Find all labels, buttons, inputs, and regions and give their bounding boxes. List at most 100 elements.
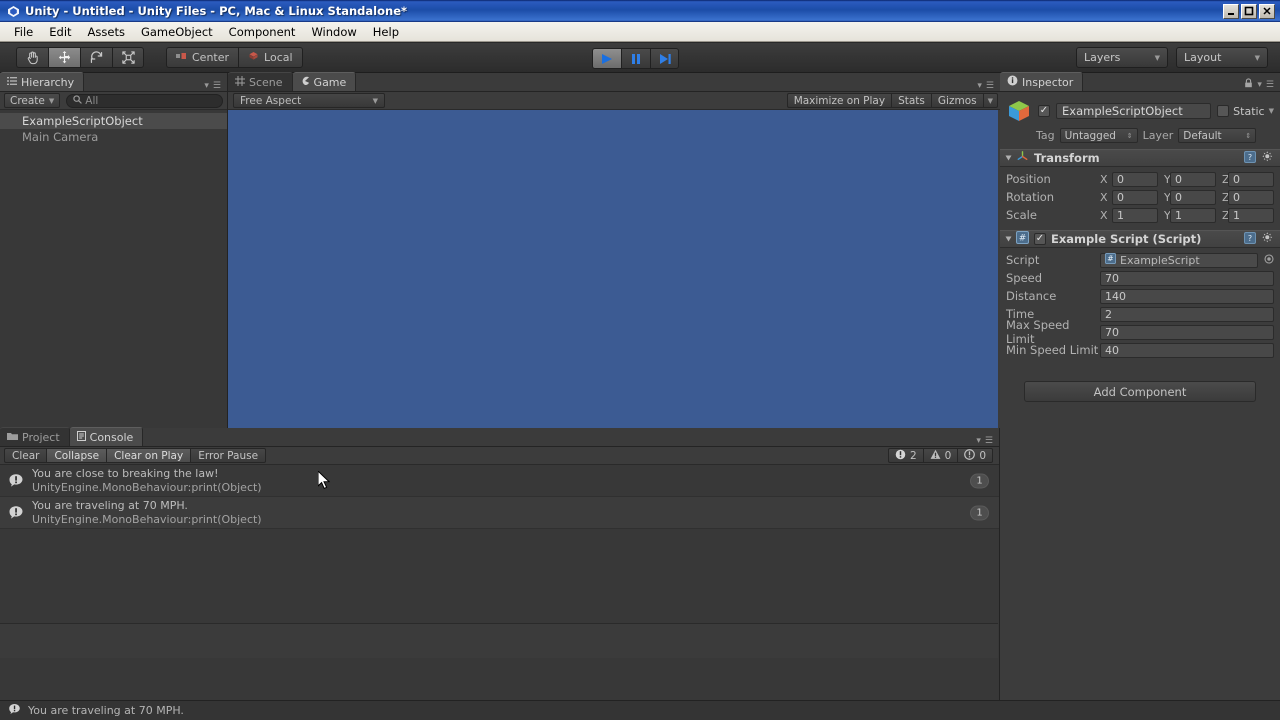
scale-z-value: 1 [1233, 208, 1240, 222]
pivot-mode-button[interactable]: Center [166, 47, 239, 68]
console-message-row[interactable]: You are traveling at 70 MPH. UnityEngine… [0, 497, 999, 529]
stats-button[interactable]: Stats [891, 93, 931, 108]
help-icon[interactable]: ? [1244, 231, 1256, 247]
hierarchy-icon [7, 76, 17, 89]
info-counter[interactable]: 0 [957, 448, 993, 463]
game-render-canvas[interactable] [228, 110, 998, 428]
inspector-panel: Inspector ▾ ☰ ✓ ExampleScriptObject Stat… [1000, 72, 1280, 700]
error-pause-button[interactable]: Error Pause [190, 448, 267, 463]
gear-icon[interactable] [1262, 231, 1274, 247]
tag-label: Tag [1036, 129, 1055, 142]
maximize-button[interactable] [1241, 3, 1257, 19]
position-x-input[interactable]: 0 [1112, 171, 1158, 187]
object-enabled-checkbox[interactable]: ✓ [1038, 105, 1050, 117]
layout-dropdown[interactable]: Layout ▼ [1176, 47, 1268, 68]
scale-y-input[interactable]: 1 [1170, 207, 1216, 223]
tag-dropdown[interactable]: Untagged ⇕ [1059, 128, 1138, 143]
foldout-arrow-icon[interactable] [1005, 155, 1012, 161]
position-y-input[interactable]: 0 [1170, 171, 1216, 187]
static-checkbox[interactable]: ✓ [1217, 105, 1230, 117]
step-button[interactable] [650, 48, 679, 69]
max-speed-limit-input[interactable]: 70 [1100, 324, 1274, 340]
maximize-on-play-button[interactable]: Maximize on Play [786, 93, 892, 108]
speed-label: Speed [1006, 271, 1043, 285]
rotation-mode-button[interactable]: Local [238, 47, 303, 68]
min-speed-limit-input[interactable]: 40 [1100, 342, 1274, 358]
aspect-ratio-dropdown[interactable]: Free Aspect ▼ [233, 93, 385, 108]
transform-title: Transform [1034, 151, 1100, 165]
time-input[interactable]: 2 [1100, 306, 1274, 322]
menu-item-help[interactable]: Help [365, 23, 407, 41]
console-panel-menu[interactable]: ▾ ☰ [976, 436, 999, 446]
error-counter[interactable]: 2 [887, 448, 923, 463]
pause-button[interactable] [621, 48, 650, 69]
tab-game[interactable]: Game [292, 72, 357, 91]
hierarchy-search-input[interactable]: All [66, 93, 223, 108]
console-message-row[interactable]: You are close to breaking the law! Unity… [0, 465, 999, 497]
tab-console[interactable]: Console [69, 427, 144, 446]
rotation-y-input[interactable]: 0 [1170, 189, 1216, 205]
layers-dropdown[interactable]: Layers ▼ [1076, 47, 1168, 68]
clear-button[interactable]: Clear [4, 448, 47, 463]
hierarchy-item-examplescriptobject[interactable]: ExampleScriptObject [0, 113, 227, 129]
script-component-header[interactable]: # ✓ Example Script (Script) ? [1000, 230, 1280, 248]
editor-toolbar: Center Local Layers ▼ Layout ▼ [0, 43, 1280, 73]
gear-icon[interactable] [1262, 150, 1274, 166]
warning-counter[interactable]: 0 [922, 448, 958, 463]
tab-project[interactable]: Project [0, 427, 70, 446]
lock-icon[interactable] [1244, 78, 1253, 91]
script-enabled-checkbox[interactable]: ✓ [1034, 233, 1046, 245]
tab-inspector[interactable]: Inspector [1000, 72, 1084, 91]
gameview-toolbar-right: Maximize on Play Stats Gizmos ▼ [786, 93, 998, 108]
menu-item-assets[interactable]: Assets [80, 23, 133, 41]
info-icon [1007, 75, 1018, 89]
status-bar[interactable]: You are traveling at 70 MPH. [0, 700, 1280, 720]
hierarchy-item-main-camera[interactable]: Main Camera [0, 129, 227, 145]
min-speed-limit-label: Min Speed Limit [1006, 343, 1099, 357]
foldout-arrow-icon[interactable] [1005, 236, 1012, 242]
scale-tool-button[interactable] [112, 47, 144, 68]
gizmos-button[interactable]: Gizmos [930, 93, 983, 108]
clear-on-play-button[interactable]: Clear on Play [106, 448, 191, 463]
rotate-tool-button[interactable] [80, 47, 112, 68]
play-button[interactable] [592, 48, 621, 69]
gameview-panel-menu[interactable]: ▾ ☰ [977, 81, 1000, 91]
inspector-panel-menu[interactable]: ▾ ☰ [1244, 78, 1280, 91]
playback-controls [592, 48, 679, 69]
chevron-down-icon: ▾ [977, 81, 982, 91]
axis-z-label: Z [1222, 208, 1230, 222]
scale-z-input[interactable]: 1 [1228, 207, 1274, 223]
collapse-button[interactable]: Collapse [46, 448, 107, 463]
speed-input[interactable]: 70 [1100, 270, 1274, 286]
static-toggle[interactable]: ✓ Static ▼ [1217, 105, 1274, 118]
hierarchy-panel-menu[interactable]: ▾ ☰ [204, 81, 227, 91]
script-object-field[interactable]: # ExampleScript [1100, 252, 1258, 268]
object-name-input[interactable]: ExampleScriptObject [1056, 103, 1212, 119]
distance-input[interactable]: 140 [1100, 288, 1274, 304]
close-button[interactable] [1259, 3, 1275, 19]
tab-scene-label: Scene [249, 75, 283, 89]
menu-item-edit[interactable]: Edit [41, 23, 79, 41]
menu-item-file[interactable]: File [6, 23, 41, 41]
menu-item-gameobject[interactable]: GameObject [133, 23, 221, 41]
add-component-button[interactable]: Add Component [1024, 381, 1256, 402]
menu-item-component[interactable]: Component [221, 23, 304, 41]
hand-tool-button[interactable] [16, 47, 48, 68]
layer-dropdown[interactable]: Default ⇕ [1178, 128, 1257, 143]
scale-x-input[interactable]: 1 [1112, 207, 1158, 223]
rotation-x-input[interactable]: 0 [1112, 189, 1158, 205]
gizmos-dropdown-arrow[interactable]: ▼ [982, 93, 998, 108]
object-picker-icon[interactable] [1258, 253, 1274, 267]
axis-y-label: Y [1164, 172, 1171, 186]
position-z-input[interactable]: 0 [1228, 171, 1274, 187]
unity-icon [5, 3, 21, 19]
move-tool-button[interactable] [48, 47, 80, 68]
tab-scene[interactable]: Scene [228, 72, 293, 91]
rotation-z-input[interactable]: 0 [1228, 189, 1274, 205]
menu-item-window[interactable]: Window [303, 23, 364, 41]
create-button[interactable]: Create ▼ [4, 93, 61, 108]
minimize-button[interactable] [1223, 3, 1239, 19]
transform-component-header[interactable]: Transform ? [1000, 149, 1280, 167]
help-icon[interactable]: ? [1244, 150, 1256, 166]
tab-hierarchy[interactable]: Hierarchy [0, 72, 85, 91]
